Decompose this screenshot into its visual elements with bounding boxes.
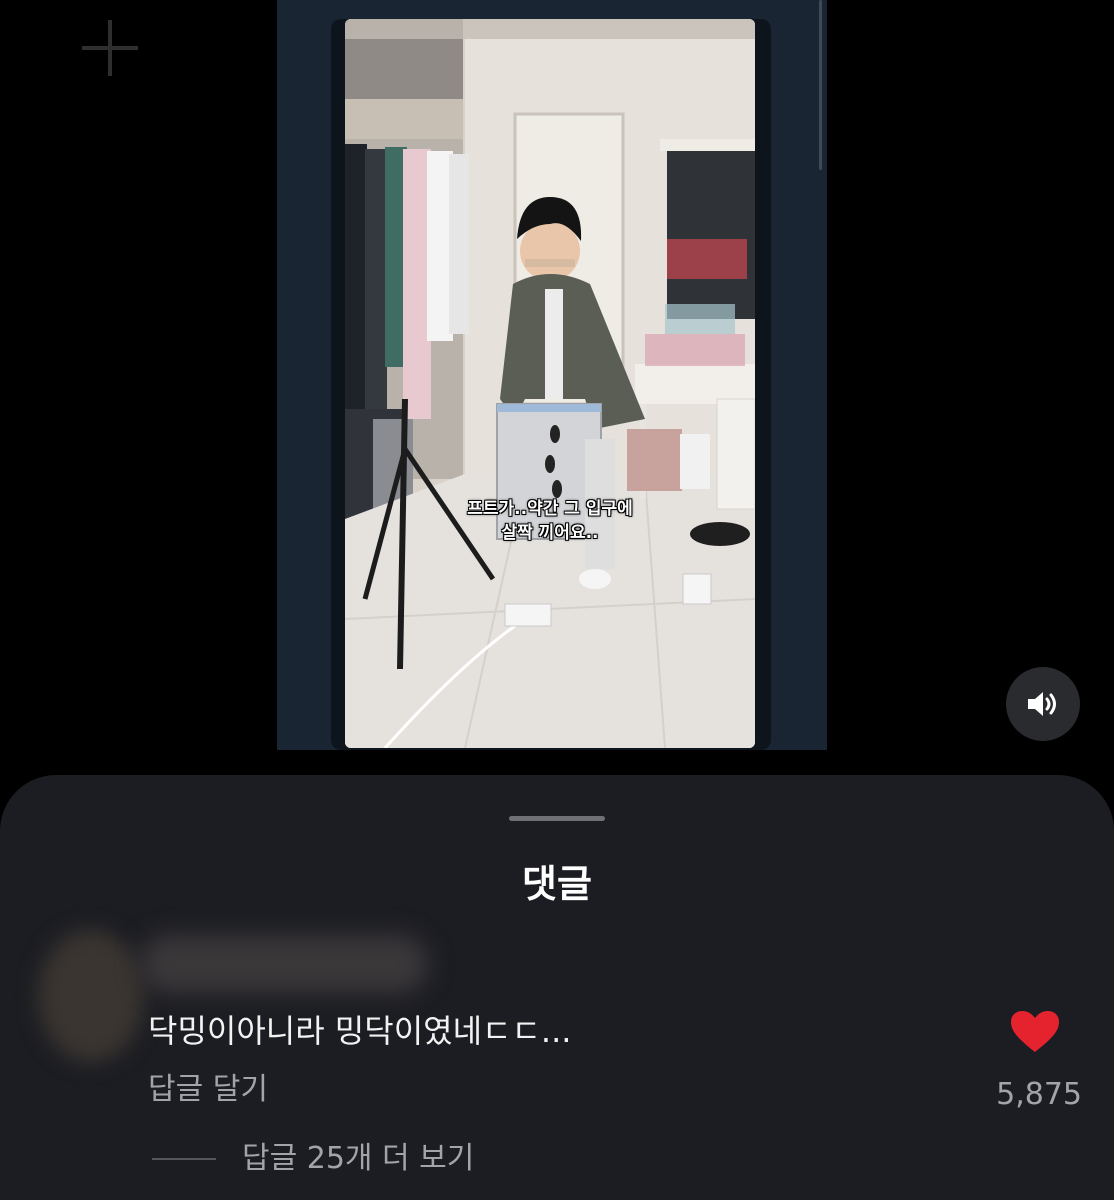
video-frame-image (345, 19, 755, 748)
video-player[interactable]: 프트가..약간 그 입구에 살짝 끼어요.. (345, 19, 755, 748)
scrollbar[interactable] (819, 0, 822, 170)
view-more-replies-button[interactable]: 답글 25개 더 보기 (152, 1137, 474, 1181)
video-caption-line-2: 살짝 끼어요.. (501, 523, 599, 543)
username-blurred[interactable] (140, 935, 428, 993)
sheet-drag-handle[interactable] (509, 816, 605, 821)
reply-button[interactable]: 답글 달기 (148, 1068, 268, 1112)
avatar[interactable] (38, 930, 144, 1062)
volume-button[interactable] (1006, 667, 1080, 741)
comment-text: 닥밍이아니라 밍닥이였네ㄷㄷ... (148, 1012, 572, 1050)
plus-icon (82, 20, 138, 76)
video-caption-line-1: 프트가..약간 그 입구에 (467, 499, 633, 519)
heart-icon[interactable] (1010, 1010, 1060, 1054)
replies-divider (152, 1158, 216, 1160)
view-more-replies-label: 답글 25개 더 보기 (242, 1141, 475, 1176)
like-count: 5,875 (996, 1077, 1082, 1112)
sheet-title: 댓글 (522, 862, 592, 906)
volume-icon (1028, 692, 1056, 716)
